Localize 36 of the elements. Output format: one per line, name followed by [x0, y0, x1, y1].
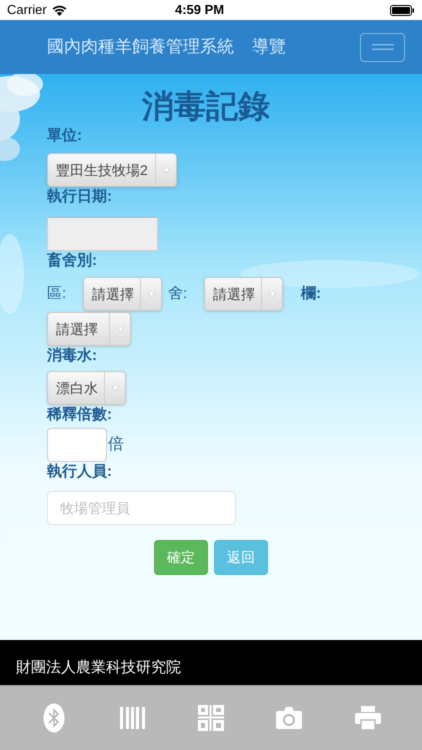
field-label: 舍: [168, 284, 188, 304]
camera-icon [276, 707, 302, 729]
wifi-icon [52, 4, 67, 16]
dropdown[interactable]: 請選擇 [204, 277, 283, 311]
operator-field[interactable]: 牧場管理員 [47, 491, 236, 525]
unit-label: 倍 [108, 434, 124, 455]
battery-icon [390, 4, 415, 16]
caret-icon [162, 168, 170, 172]
caret-icon [116, 326, 124, 332]
dropdown[interactable]: 漂白水 [47, 371, 126, 405]
dropdown[interactable]: 請選擇 [83, 277, 162, 311]
qr-code-icon [198, 705, 224, 731]
field-label: 消毒水: [47, 346, 98, 366]
field-label: 欄: [301, 284, 321, 304]
carrier-label: Carrier [7, 1, 47, 20]
field-label: 執行人員: [47, 462, 113, 482]
field-label: 區: [47, 284, 68, 304]
bluetooth-icon [43, 703, 66, 733]
field-label: 單位: [47, 126, 83, 146]
field-label: 畜舍別: [47, 251, 98, 271]
printer-icon [354, 706, 381, 730]
field-label: 稀釋倍數: [47, 405, 113, 425]
dropdown[interactable]: 豐田生技牧場2 [47, 153, 177, 187]
caret-icon [268, 292, 276, 296]
dropdown[interactable]: 請選擇 [47, 312, 131, 346]
menu-button[interactable] [360, 32, 405, 62]
caret-icon [148, 292, 154, 296]
date-field[interactable] [47, 217, 158, 251]
dilution-field[interactable] [47, 428, 107, 462]
field-label: 執行日期: [47, 187, 113, 207]
caret-icon [112, 386, 118, 390]
page-title: 消毒記錄 [141, 87, 271, 126]
menu-icon [372, 44, 394, 50]
footer-text: 財團法人農業科技研究院 [16, 658, 181, 678]
barcode-icon [120, 707, 146, 729]
status-time: 4:59 PM [175, 1, 224, 20]
